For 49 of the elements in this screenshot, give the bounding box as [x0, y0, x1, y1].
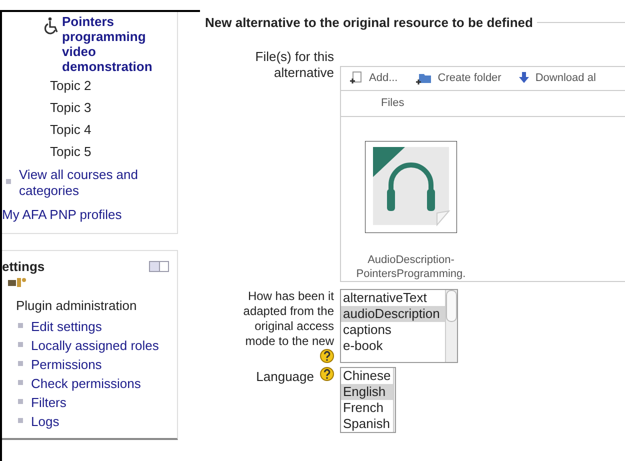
toolbar-button[interactable]: Add... [349, 70, 398, 86]
dock-icon[interactable] [149, 260, 169, 272]
list-option[interactable]: Chinese [341, 368, 393, 384]
topic-link[interactable]: Topic 5 [50, 145, 177, 159]
settings-link[interactable]: Logs [31, 414, 60, 430]
list-option[interactable]: captions [341, 322, 445, 338]
add-file-icon [349, 71, 363, 86]
settings-link[interactable]: Locally assigned roles [31, 338, 159, 354]
topic-link[interactable]: Topic 4 [50, 123, 177, 137]
file-name[interactable]: AudioDescription-PointersProgramming. [353, 252, 469, 280]
toolbar-button[interactable]: Create folder [416, 70, 502, 86]
bullet-icon [18, 399, 23, 404]
fieldset-legend: New alternative to the original resource to be defined [205, 13, 537, 32]
courses-link[interactable]: View all courses and categories [19, 167, 177, 199]
current-resource-link[interactable]: Pointers programming video demonstration [62, 14, 177, 74]
settings-link[interactable]: Check permissions [31, 376, 141, 392]
field-label: How has been it adapted from the original access mode to the new [242, 288, 334, 348]
column-header: Files [381, 96, 404, 111]
bullet-icon [6, 179, 11, 184]
scrollbar[interactable] [392, 368, 395, 432]
list-box[interactable]: Chinese English French Spanish [340, 366, 396, 432]
block-title: ettings [2, 258, 45, 276]
list-option[interactable]: audioDescription [341, 306, 445, 322]
profiles-link[interactable]: My AFA PNP profiles [2, 205, 177, 224]
bullet-icon [18, 361, 23, 366]
topic-link[interactable]: Topic 2 [50, 79, 177, 93]
section-title: Plugin administration [16, 297, 138, 315]
list-option[interactable]: French [341, 400, 393, 416]
field-label: Language [256, 368, 314, 386]
audio-file-icon[interactable] [365, 140, 457, 232]
tools-icon [8, 276, 26, 288]
topic-link[interactable]: Topic 3 [50, 101, 177, 115]
settings-link[interactable]: Filters [31, 394, 66, 410]
bullet-icon [18, 380, 23, 385]
toolbar-button[interactable]: Download al [519, 70, 596, 86]
scrollbar[interactable] [445, 290, 457, 362]
settings-link[interactable]: Permissions [31, 356, 102, 372]
field-label: File(s) for this alternative [254, 48, 335, 82]
bullet-icon [18, 342, 23, 347]
bullet-icon [18, 418, 23, 423]
list-option[interactable]: English [341, 384, 393, 400]
folder-icon [416, 72, 432, 85]
help-icon[interactable] [320, 366, 334, 380]
help-icon[interactable] [320, 348, 334, 362]
settings-link[interactable]: Edit settings [31, 318, 102, 334]
download-icon [519, 72, 530, 84]
list-box[interactable]: alternativeText audioDescription captions e-book [340, 288, 458, 362]
bullet-icon [18, 323, 23, 328]
wheelchair-icon [44, 17, 60, 35]
